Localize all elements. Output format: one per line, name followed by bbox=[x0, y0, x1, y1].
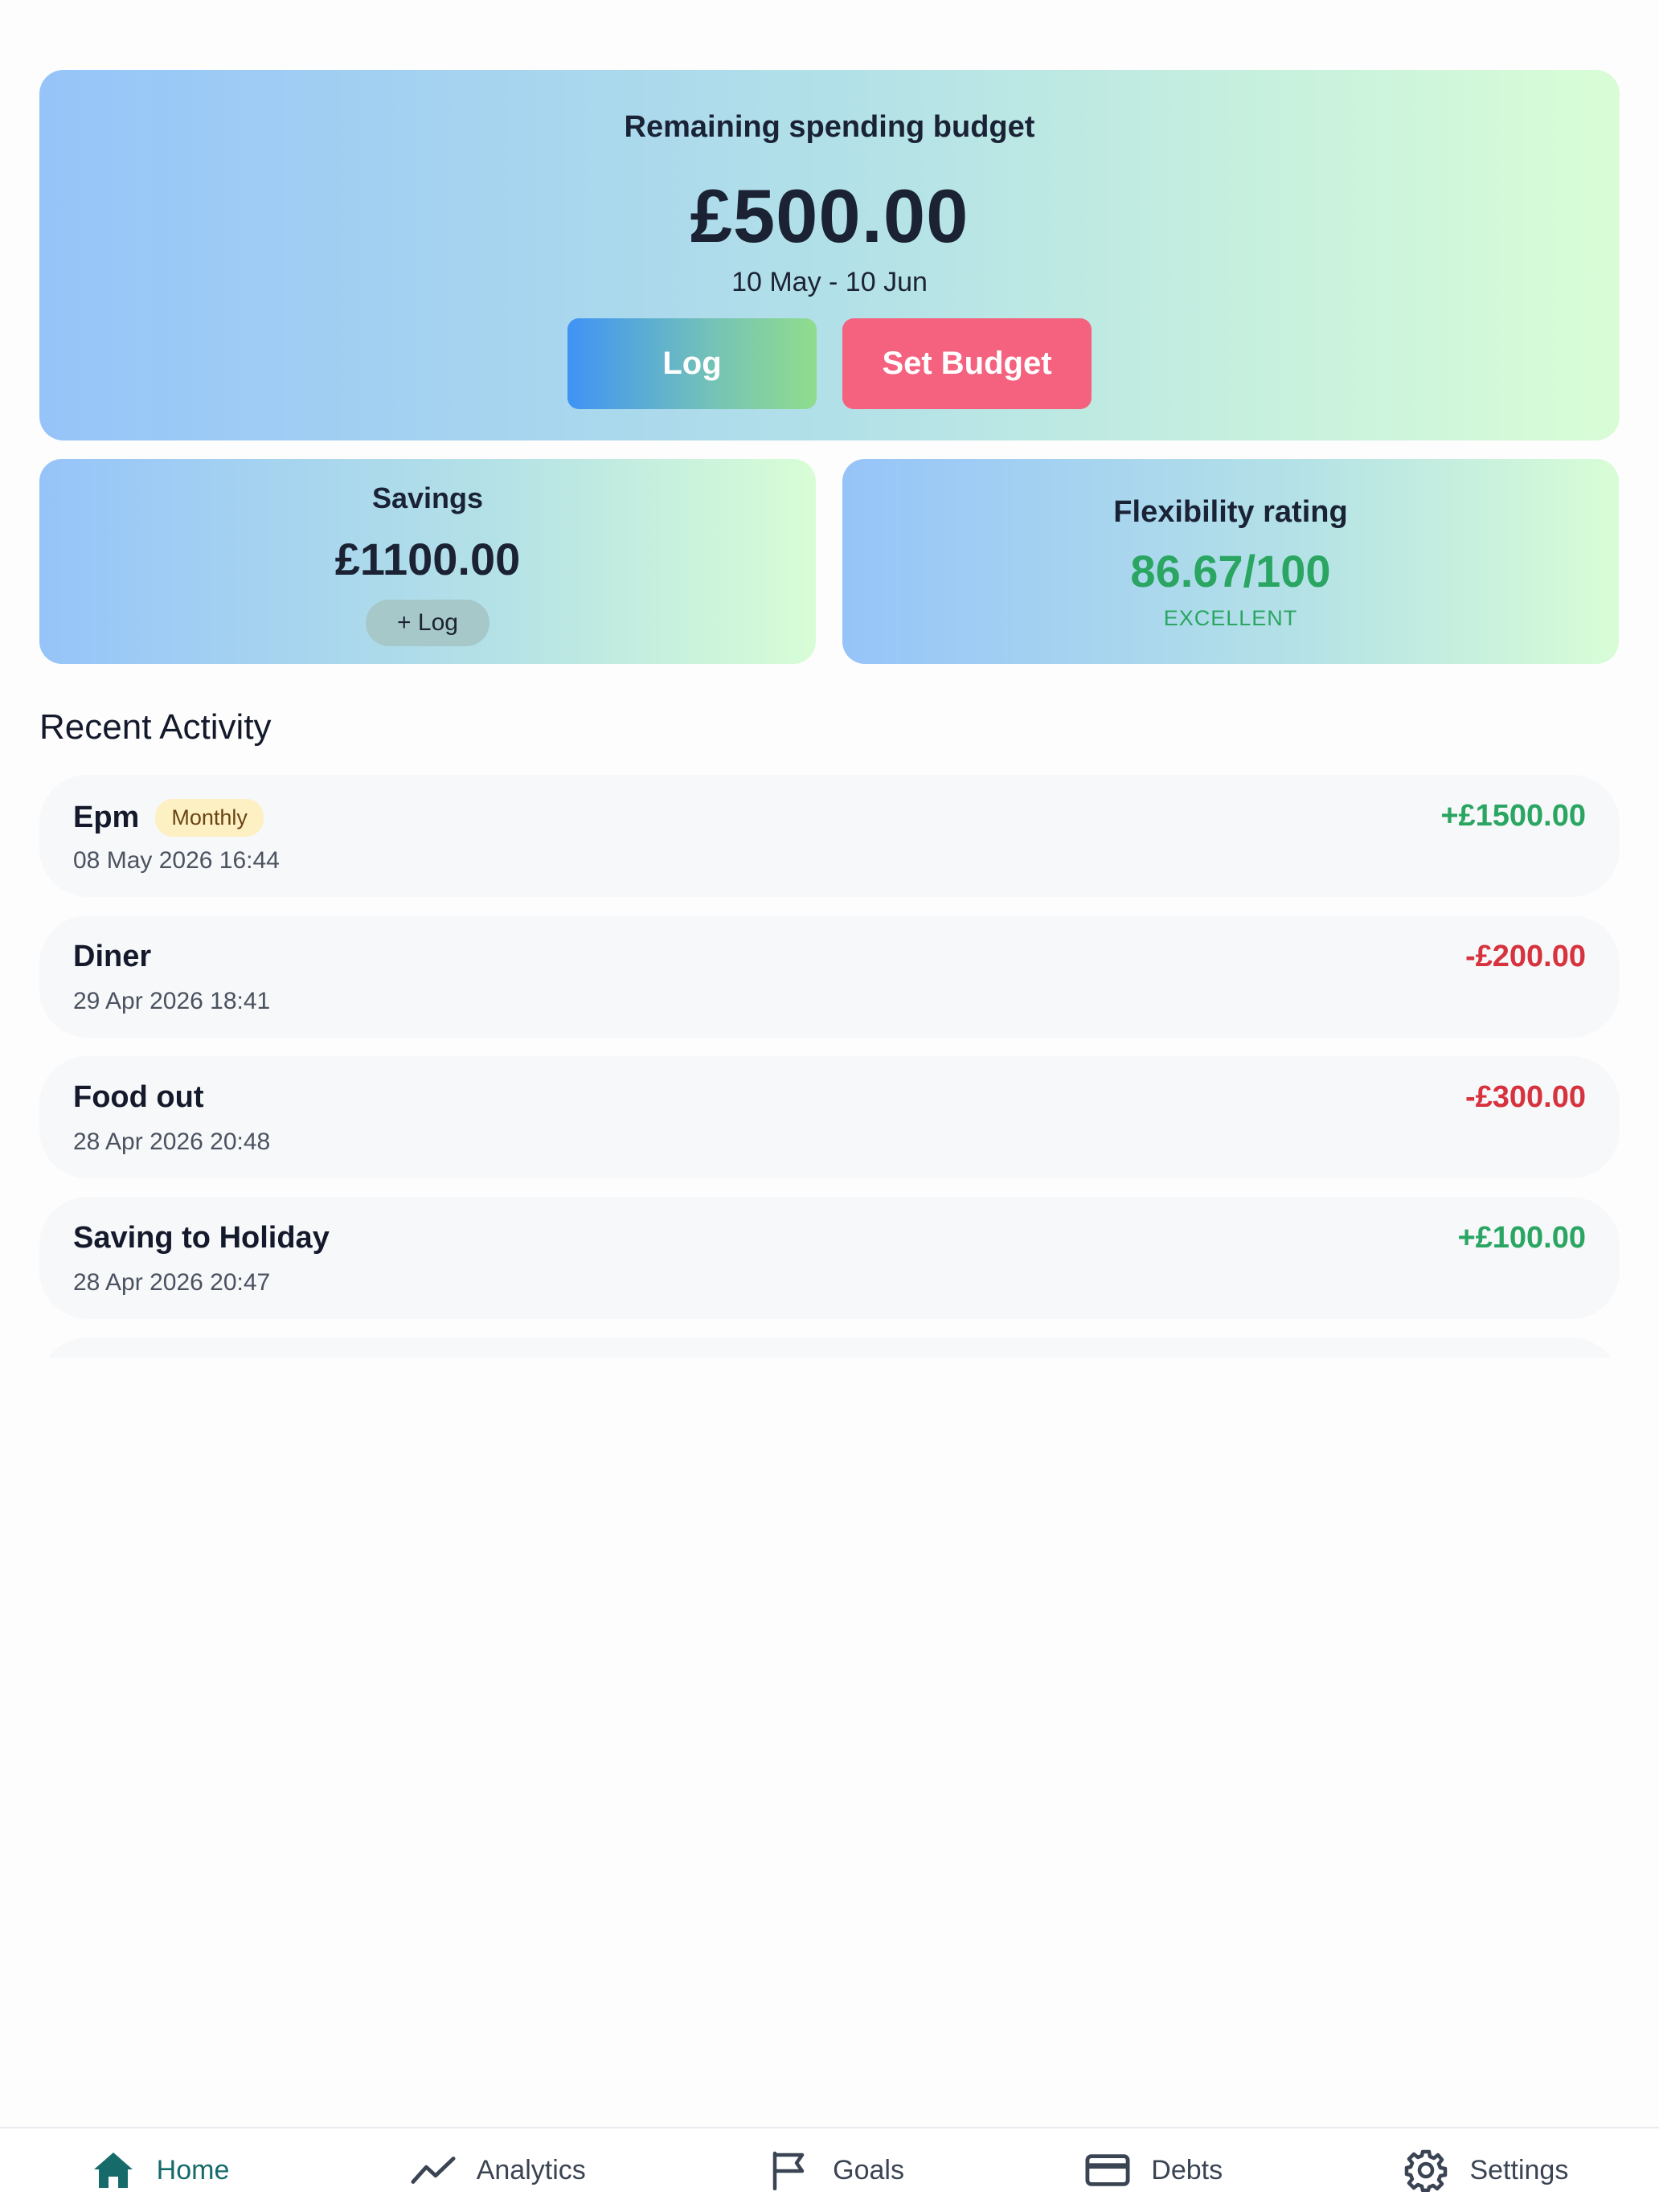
app-screen: Remaining spending budget £500.00 10 May… bbox=[0, 0, 1659, 2212]
nav-label: Goals bbox=[833, 2154, 904, 2185]
trend-icon bbox=[411, 2148, 456, 2193]
flexibility-value: 86.67/100 bbox=[1130, 546, 1331, 596]
flag-icon bbox=[767, 2148, 812, 2193]
set-budget-button[interactable]: Set Budget bbox=[842, 318, 1092, 409]
activity-name-row: Diner bbox=[73, 940, 151, 974]
activity-list[interactable]: Epm Monthly 08 May 2026 16:44 +£1500.00 … bbox=[39, 775, 1620, 1358]
flexibility-title: Flexibility rating bbox=[1113, 495, 1348, 529]
activity-name-row: Epm Monthly bbox=[73, 799, 264, 837]
activity-amount: -£300.00 bbox=[1464, 1080, 1586, 1114]
recent-activity-title: Recent Activity bbox=[39, 707, 272, 747]
flexibility-card: Flexibility rating 86.67/100 EXCELLENT bbox=[842, 459, 1619, 664]
activity-date: 28 Apr 2026 20:47 bbox=[73, 1269, 271, 1296]
nav-home[interactable]: Home bbox=[91, 2148, 230, 2193]
savings-log-button[interactable]: + Log bbox=[366, 600, 490, 646]
activity-name: Food out bbox=[73, 1080, 204, 1114]
bottom-nav: Home Analytics Goals Debts Settings bbox=[0, 2127, 1659, 2212]
list-item[interactable]: Diner 29 Apr 2026 18:41 -£200.00 bbox=[39, 916, 1620, 1038]
nav-goals[interactable]: Goals bbox=[767, 2148, 904, 2193]
nav-settings[interactable]: Settings bbox=[1403, 2148, 1568, 2193]
budget-actions: Log Set Budget bbox=[39, 318, 1620, 409]
activity-date: 08 May 2026 16:44 bbox=[73, 847, 280, 874]
nav-debts[interactable]: Debts bbox=[1085, 2148, 1223, 2193]
flexibility-label: EXCELLENT bbox=[1163, 606, 1298, 630]
list-item[interactable]: Epm Monthly 08 May 2026 16:44 +£1500.00 bbox=[39, 775, 1620, 897]
budget-card: Remaining spending budget £500.00 10 May… bbox=[39, 70, 1620, 440]
nav-label: Home bbox=[156, 2154, 230, 2185]
activity-amount: +£100.00 bbox=[1457, 1221, 1586, 1255]
home-icon bbox=[91, 2148, 136, 2193]
nav-label: Debts bbox=[1151, 2154, 1223, 2185]
budget-date-range: 10 May - 10 Jun bbox=[731, 267, 928, 297]
activity-amount: -£200.00 bbox=[1464, 940, 1586, 973]
nav-label: Settings bbox=[1469, 2154, 1569, 2185]
recurring-badge: Monthly bbox=[155, 799, 264, 837]
list-item[interactable]: Food out 28 Apr 2026 20:48 -£300.00 bbox=[39, 1056, 1620, 1178]
savings-amount: £1100.00 bbox=[334, 534, 521, 584]
card-icon bbox=[1085, 2148, 1130, 2193]
activity-name-row: Food out bbox=[73, 1080, 203, 1115]
activity-name: Epm bbox=[73, 801, 140, 834]
savings-title: Savings bbox=[371, 481, 484, 514]
activity-name: Saving to Holiday bbox=[73, 1221, 330, 1255]
savings-card: Savings £1100.00 + Log bbox=[39, 459, 816, 664]
budget-title: Remaining spending budget bbox=[624, 110, 1035, 144]
activity-amount: +£1500.00 bbox=[1440, 799, 1586, 833]
log-button[interactable]: Log bbox=[567, 318, 817, 409]
activity-date: 28 Apr 2026 20:48 bbox=[73, 1129, 271, 1155]
activity-name-row: Saving to Holiday bbox=[73, 1221, 330, 1256]
activity-date: 29 Apr 2026 18:41 bbox=[73, 988, 271, 1014]
nav-analytics[interactable]: Analytics bbox=[411, 2148, 586, 2193]
gear-icon bbox=[1403, 2148, 1448, 2193]
nav-label: Analytics bbox=[476, 2154, 586, 2185]
list-item-partial[interactable] bbox=[39, 1337, 1620, 1358]
activity-name: Diner bbox=[73, 940, 152, 973]
list-item[interactable]: Saving to Holiday 28 Apr 2026 20:47 +£10… bbox=[39, 1197, 1620, 1319]
budget-amount: £500.00 bbox=[690, 174, 969, 258]
